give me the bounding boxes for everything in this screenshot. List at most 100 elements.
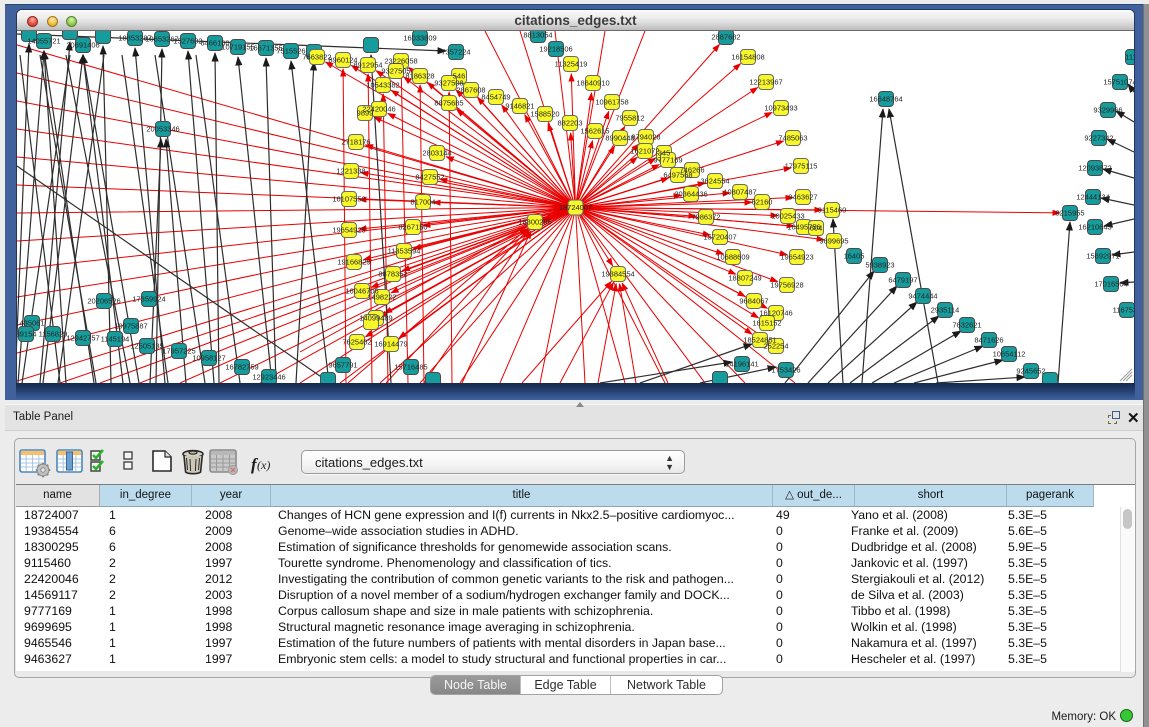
svg-text:1615152: 1615152 [752,319,781,328]
svg-text:14055721: 14055721 [27,37,60,46]
svg-text:1498222: 1498222 [367,293,396,302]
svg-text:15720407: 15720407 [703,233,736,242]
svg-text:1145194: 1145194 [101,335,130,344]
svg-text:7485063: 7485063 [778,134,807,143]
svg-text:6497568: 6497568 [663,171,692,180]
svg-text:15716485: 15716485 [394,363,427,372]
svg-text:16210643: 16210643 [1078,223,1111,232]
svg-text:1167533: 1167533 [1113,306,1134,315]
svg-text:817004: 817004 [410,198,435,207]
svg-text:20053346: 20053346 [146,125,179,134]
svg-text:23226058: 23226058 [384,57,417,66]
svg-text:2935114: 2935114 [931,306,960,315]
svg-text:8186328: 8186328 [405,72,434,81]
svg-text:1588520: 1588520 [530,110,559,119]
svg-text:10961758: 10961758 [595,98,628,107]
svg-text:9657791: 9657791 [328,361,357,370]
svg-text:20206526: 20206526 [87,297,120,306]
svg-text:17016504: 17016504 [1094,280,1127,289]
svg-text:9463627: 9463627 [788,193,817,202]
svg-text:12213967: 12213967 [749,78,782,87]
svg-text:16033809: 16033809 [403,34,436,43]
svg-text:12093872: 12093872 [1078,164,1111,173]
svg-text:7625402: 7625402 [342,338,371,347]
svg-text:1117: 1117 [1125,53,1134,62]
svg-text:15692971: 15692971 [1086,252,1119,261]
svg-text:3624554: 3624554 [700,177,729,186]
svg-text:19654925: 19654925 [332,226,365,235]
svg-text:7357224: 7357224 [441,48,470,57]
svg-text:19384554: 19384554 [601,270,634,279]
svg-text:10654112: 10654112 [993,350,1026,359]
svg-text:5938923: 5938923 [865,261,894,270]
svg-text:8267150: 8267150 [398,223,427,232]
svg-text:14099489: 14099489 [359,314,392,323]
svg-text:10543382: 10543382 [366,81,399,90]
svg-text:9115460: 9115460 [818,206,847,215]
svg-text:18300295: 18300295 [518,218,551,227]
svg-text:1527602: 1527602 [173,37,202,46]
svg-text:9684067: 9684067 [739,297,768,306]
svg-text:14196141: 14196141 [725,360,758,369]
svg-text:19654923: 19654923 [780,253,813,262]
svg-text:435061: 435061 [19,319,44,328]
svg-text:2887682: 2887682 [711,33,740,42]
svg-text:17359924: 17359924 [132,295,165,304]
svg-text:9899: 9899 [357,109,374,118]
svg-text:10807487: 10807487 [723,188,756,197]
svg-text:9329966: 9329966 [1093,106,1122,115]
svg-text:8427552: 8427552 [415,173,444,182]
svg-text:7515526: 7515526 [276,47,305,56]
svg-text:882203: 882203 [557,119,582,128]
svg-text:18640910: 18640910 [576,79,609,88]
svg-text:2803144: 2803144 [422,149,451,158]
svg-text:10025433: 10025433 [771,212,804,221]
svg-text:18724007: 18724007 [559,203,592,212]
svg-text:16782759: 16782759 [225,363,258,372]
svg-text:9474444: 9474444 [908,292,937,301]
svg-text:62160: 62160 [752,198,773,207]
svg-text:9245652: 9245652 [1016,367,1045,376]
svg-text:7663822: 7663822 [302,53,331,62]
svg-text:9699695: 9699695 [819,237,848,246]
svg-text:39154: 39154 [17,330,36,339]
svg-text:16405: 16405 [844,252,865,261]
svg-text:(x): (x) [257,458,270,472]
svg-text:20691406: 20691406 [66,41,99,50]
svg-text:19975887: 19975887 [114,322,147,331]
svg-text:16648764: 16648764 [869,95,902,104]
svg-text:16120746: 16120746 [759,309,792,318]
svg-text:19166829: 19166829 [337,258,370,267]
svg-text:9227342: 9227342 [1084,134,1113,143]
svg-text:8215955: 8215955 [1055,209,1084,218]
svg-text:604: 604 [810,224,823,233]
svg-text:11353594: 11353594 [388,247,421,256]
svg-text:19756928: 19756928 [770,281,803,290]
svg-text:2718176: 2718176 [341,138,370,147]
svg-text:17975115: 17975115 [785,162,818,171]
svg-text:18807249: 18807249 [728,274,761,283]
svg-text:7986372: 7986372 [691,213,720,222]
svg-text:16107552: 16107552 [332,195,365,204]
svg-text:10958127: 10958127 [192,354,225,363]
svg-text:8990448: 8990448 [605,134,634,143]
svg-text:1621072: 1621072 [630,147,659,156]
svg-text:20364436: 20364436 [674,190,707,199]
svg-text:16914479: 16914479 [374,340,407,349]
svg-text:15751074: 15751074 [1103,78,1134,87]
svg-text:17957225: 17957225 [162,347,195,356]
svg-text:8912954: 8912954 [353,61,382,70]
svg-text:9777169: 9777169 [653,156,682,165]
svg-text:8875685: 8875685 [434,99,463,108]
svg-text:1221338: 1221338 [336,167,365,176]
svg-text:12942757: 12942757 [66,334,99,343]
svg-text:11325419: 11325419 [555,60,588,69]
svg-text:1156829: 1156829 [39,330,68,339]
svg-text:10688609: 10688609 [716,253,749,262]
svg-text:6479197: 6479197 [888,276,917,285]
svg-text:8454749: 8454749 [481,93,510,102]
svg-text:16154808: 16154808 [731,53,764,62]
svg-text:12505135: 12505135 [130,342,163,351]
svg-text:8471626: 8471626 [974,336,1003,345]
svg-text:8813054: 8813054 [523,31,552,40]
